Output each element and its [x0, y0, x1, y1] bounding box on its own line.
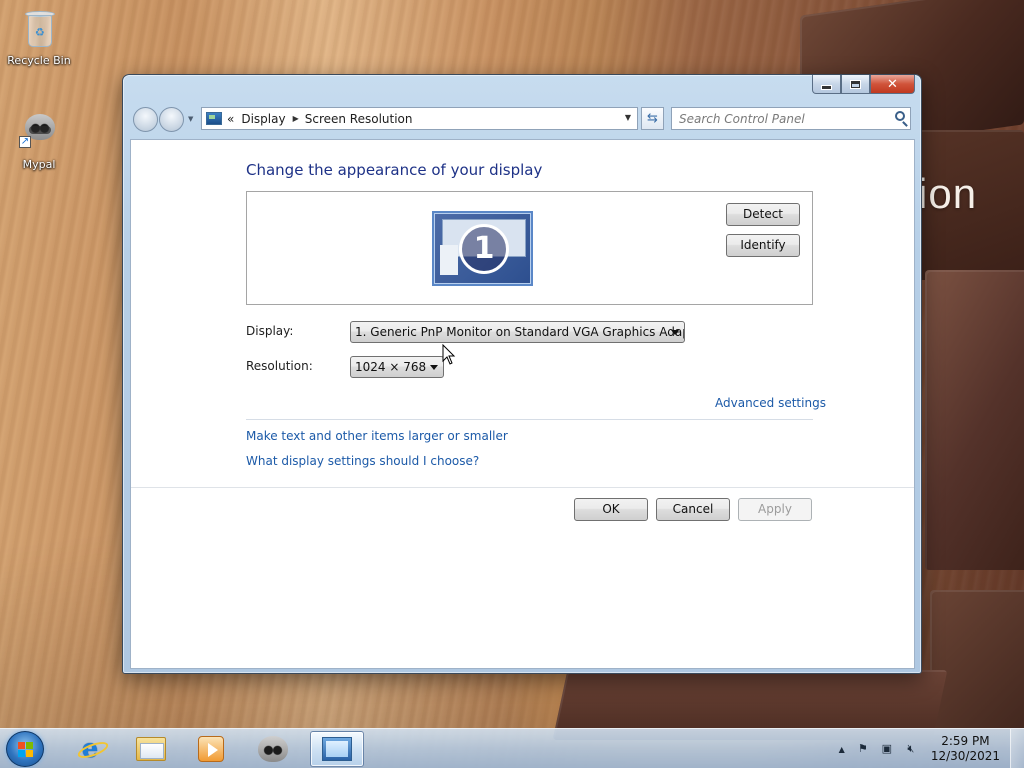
- display-help-link[interactable]: What display settings should I choose?: [246, 454, 479, 468]
- show-desktop-button[interactable]: [1010, 729, 1024, 768]
- clock[interactable]: 2:59 PM 12/30/2021: [931, 734, 1000, 764]
- display-select-value: 1. Generic PnP Monitor on Standard VGA G…: [355, 325, 685, 339]
- resolution-label: Resolution:: [246, 359, 313, 373]
- control-panel-icon: [206, 112, 222, 125]
- windows-logo-icon: [18, 742, 34, 757]
- text-size-link[interactable]: Make text and other items larger or smal…: [246, 429, 508, 443]
- monitor-1-icon[interactable]: 1: [432, 211, 533, 286]
- taskbar-internet-explorer[interactable]: e: [63, 731, 117, 767]
- taskbar-display-control-panel[interactable]: [310, 731, 364, 767]
- search-icon[interactable]: [895, 111, 905, 121]
- close-button[interactable]: ✕: [870, 75, 915, 94]
- resolution-select[interactable]: 1024 × 768: [350, 356, 444, 378]
- action-center-flag-icon[interactable]: ⚑: [855, 741, 871, 757]
- divider: [131, 487, 914, 488]
- breadcrumb-overflow[interactable]: «: [227, 112, 234, 126]
- wallpaper-chocolate-block: [925, 270, 1024, 570]
- desktop-icon-recycle-bin[interactable]: ♻ Recycle Bin: [2, 6, 76, 67]
- taskbar-media-player[interactable]: [184, 731, 238, 767]
- address-dropdown-icon[interactable]: ▼: [625, 113, 631, 122]
- content-pane: Change the appearance of your display 1 …: [130, 139, 915, 669]
- display-control-panel-icon: [322, 737, 352, 761]
- volume-muted-icon[interactable]: 🔇︎: [903, 741, 919, 757]
- minimize-icon: [821, 84, 832, 90]
- page-title: Change the appearance of your display: [246, 161, 543, 179]
- taskbar-windows-explorer[interactable]: [124, 731, 178, 767]
- address-bar[interactable]: « Display ▶ Screen Resolution ▼: [201, 107, 638, 130]
- desktop-icon-label: Mypal: [22, 158, 56, 171]
- back-button[interactable]: [133, 107, 158, 132]
- breadcrumb-separator-icon[interactable]: ▶: [293, 114, 299, 123]
- media-player-icon: [198, 736, 224, 762]
- show-hidden-icons-icon[interactable]: ▲: [839, 745, 845, 754]
- mypal-raccoon-icon: ↗: [19, 110, 59, 154]
- internet-explorer-icon: e: [75, 734, 110, 764]
- desktop-icon-mypal[interactable]: ↗ Mypal: [2, 110, 76, 171]
- shortcut-arrow-icon: ↗: [19, 136, 31, 148]
- advanced-settings-link[interactable]: Advanced settings: [715, 396, 826, 410]
- display-select[interactable]: 1. Generic PnP Monitor on Standard VGA G…: [350, 321, 685, 343]
- cancel-button[interactable]: Cancel: [656, 498, 730, 521]
- recycle-bin-icon: ♻: [19, 6, 59, 50]
- navigation-bar: ▼ « Display ▶ Screen Resolution ▼ ⇆: [131, 106, 913, 132]
- forward-button[interactable]: [159, 107, 184, 132]
- start-button[interactable]: [6, 731, 44, 767]
- clock-date: 12/30/2021: [930, 749, 1000, 763]
- window-caption-buttons: ✕: [812, 75, 915, 94]
- search-box[interactable]: [671, 107, 911, 130]
- chevron-down-icon: [671, 330, 679, 335]
- wallpaper-text: ion: [918, 170, 978, 217]
- recent-pages-dropdown-icon[interactable]: ▼: [188, 115, 193, 123]
- identify-button[interactable]: Identify: [726, 234, 800, 257]
- search-input[interactable]: [679, 109, 889, 129]
- monitor-number: 1: [459, 224, 509, 274]
- resolution-select-value: 1024 × 768: [355, 360, 427, 374]
- windows-explorer-icon: [136, 737, 166, 761]
- breadcrumb-display[interactable]: Display: [241, 112, 285, 126]
- minimize-button[interactable]: [812, 75, 841, 94]
- taskbar: e ▲ ⚑ ▣ 🔇︎ 2:59 PM 12/30/2021: [0, 728, 1024, 768]
- detect-button[interactable]: Detect: [726, 203, 800, 226]
- screen-resolution-window: ✕ ▼ « Display ▶ Screen Resolution ▼ ⇆ Ch…: [122, 74, 922, 674]
- desktop-icon-label: Recycle Bin: [7, 54, 71, 67]
- mypal-raccoon-icon: [258, 736, 288, 762]
- display-label: Display:: [246, 324, 294, 338]
- clock-time: 2:59 PM: [941, 734, 990, 748]
- refresh-icon: ⇆: [647, 111, 658, 126]
- chevron-down-icon: [430, 365, 438, 370]
- system-tray: ▲ ⚑ ▣ 🔇︎ 2:59 PM 12/30/2021: [839, 729, 1024, 768]
- apply-button[interactable]: Apply: [738, 498, 812, 521]
- divider: [246, 419, 813, 420]
- maximize-button[interactable]: [841, 75, 870, 94]
- ok-button[interactable]: OK: [574, 498, 648, 521]
- display-preview-area: 1 Detect Identify: [246, 191, 813, 305]
- taskbar-mypal[interactable]: [246, 731, 300, 767]
- maximize-icon: [851, 80, 860, 88]
- network-icon[interactable]: ▣: [879, 741, 895, 757]
- close-icon: ✕: [887, 76, 898, 92]
- wallpaper-chocolate-block: [930, 590, 1024, 740]
- refresh-button[interactable]: ⇆: [641, 107, 664, 130]
- breadcrumb-screen-resolution[interactable]: Screen Resolution: [305, 112, 413, 126]
